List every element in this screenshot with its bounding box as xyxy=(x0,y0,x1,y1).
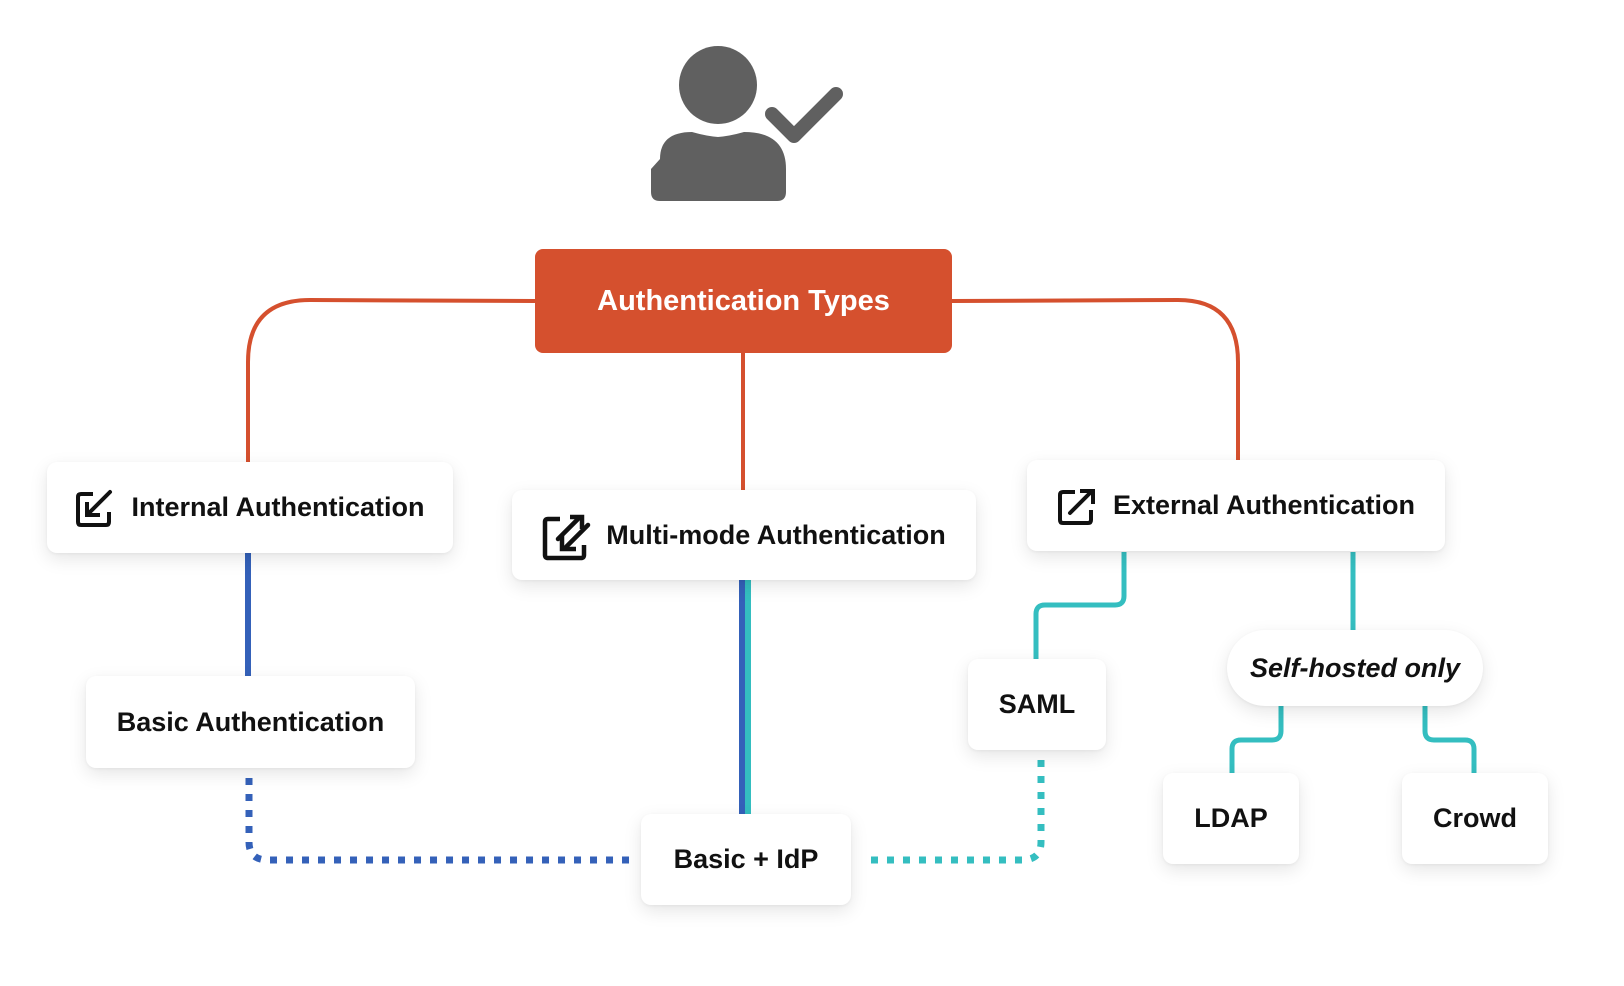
node-label: Self-hosted only xyxy=(1249,652,1460,683)
node-ldap: LDAP xyxy=(1163,773,1299,864)
node-self-hosted-only: Self-hosted only xyxy=(1227,630,1483,706)
link-selfhosted-ldap xyxy=(1229,706,1284,773)
node-label: Multi-mode Authentication xyxy=(606,519,946,550)
node-multimode-authentication: Multi-mode Authentication xyxy=(512,490,976,580)
node-label: Crowd xyxy=(1433,803,1517,833)
link-root-external xyxy=(951,297,1240,460)
external-link-icon xyxy=(1057,486,1097,526)
root-node-authentication-types: Authentication Types xyxy=(535,249,952,353)
link-external-saml xyxy=(1033,552,1127,659)
node-external-authentication: External Authentication xyxy=(1027,460,1445,551)
node-label: External Authentication xyxy=(1112,490,1416,520)
root-label: Authentication Types xyxy=(597,284,890,317)
user-check-icon xyxy=(651,46,843,201)
link-root-internal xyxy=(246,297,536,462)
bidirectional-arrow-icon xyxy=(542,509,594,561)
link-saml-basicidp-dotted xyxy=(862,760,1045,864)
node-basic-plus-idp: Basic + IdP xyxy=(641,814,851,905)
link-selfhosted-crowd xyxy=(1422,706,1477,773)
node-label: Basic Authentication xyxy=(116,706,385,737)
node-saml: SAML xyxy=(968,659,1106,750)
import-arrow-icon xyxy=(75,488,115,528)
link-basic-basicidp-dotted xyxy=(245,778,630,864)
node-basic-authentication: Basic Authentication xyxy=(86,676,415,768)
node-crowd: Crowd xyxy=(1402,773,1548,864)
node-label: SAML xyxy=(998,689,1076,719)
node-label: Basic + IdP xyxy=(673,844,819,874)
node-internal-authentication: Internal Authentication xyxy=(47,462,453,553)
node-label: Internal Authentication xyxy=(131,492,425,522)
node-label: LDAP xyxy=(1194,803,1268,833)
